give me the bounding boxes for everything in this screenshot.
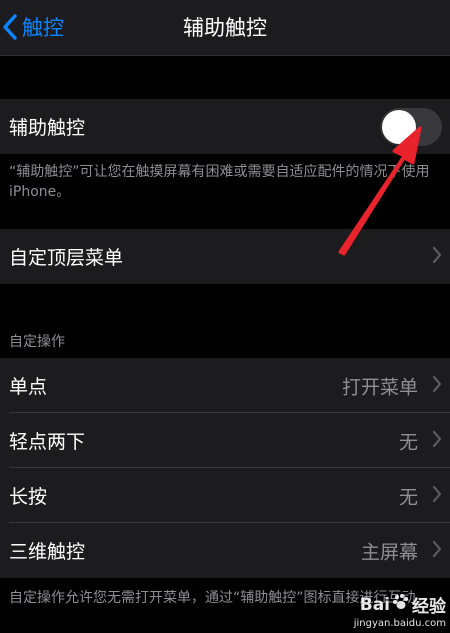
toggle-knob xyxy=(382,109,416,144)
assistive-touch-footnote: “辅助触控”可让您在触摸屏幕有困难或需要自适应配件的情况下使用iPhone。 xyxy=(9,164,430,200)
action-value: 无 xyxy=(398,431,418,453)
custom-actions-group: 单点 打开菜单 轻点两下 无 长按 无 三维触控 主屏幕 xyxy=(0,358,450,578)
customize-top-menu-label: 自定顶层菜单 xyxy=(9,247,124,269)
action-row-single-tap[interactable]: 单点 打开菜单 xyxy=(0,358,450,413)
action-row-long-press[interactable]: 长按 无 xyxy=(0,468,450,523)
action-value: 打开菜单 xyxy=(341,376,418,398)
watermark-url: jingyan.baidu.com xyxy=(353,618,446,629)
action-label: 轻点两下 xyxy=(9,431,86,453)
action-row-double-tap[interactable]: 轻点两下 无 xyxy=(0,413,450,468)
baidu-paw-icon xyxy=(392,593,410,616)
watermark-brand-b: 经验 xyxy=(412,597,446,617)
page-title: 辅助触控 xyxy=(183,16,267,40)
assistive-touch-toggle[interactable] xyxy=(380,107,442,146)
chevron-right-icon xyxy=(432,246,442,268)
assistive-touch-label: 辅助触控 xyxy=(9,117,86,139)
action-value: 主屏幕 xyxy=(360,541,418,563)
customize-top-menu-row[interactable]: 自定顶层菜单 xyxy=(0,229,450,284)
baidu-watermark: Bai 经验 jingyan.baidu.com xyxy=(354,592,446,629)
action-row-3d-touch[interactable]: 三维触控 主屏幕 xyxy=(0,523,450,578)
custom-actions-header: 自定操作 xyxy=(9,334,65,350)
action-value: 无 xyxy=(398,486,418,508)
action-label: 三维触控 xyxy=(9,541,86,563)
chevron-right-icon xyxy=(432,375,442,397)
top-menu-group: 自定顶层菜单 xyxy=(0,229,450,284)
screen: 触控 辅助触控 辅助触控 “辅助触控”可让您在触摸屏幕有困难或需要自适应配件的情… xyxy=(0,0,450,633)
chevron-right-icon xyxy=(432,540,442,562)
assistive-touch-row: 辅助触控 xyxy=(0,99,450,154)
chevron-right-icon xyxy=(432,430,442,452)
action-label: 单点 xyxy=(9,376,48,398)
chevron-right-icon xyxy=(432,485,442,507)
action-label: 长按 xyxy=(9,486,48,508)
navigation-bar: 触控 辅助触控 xyxy=(0,0,450,56)
watermark-brand-a: Bai xyxy=(359,594,390,615)
assistive-touch-group: 辅助触控 xyxy=(0,99,450,154)
